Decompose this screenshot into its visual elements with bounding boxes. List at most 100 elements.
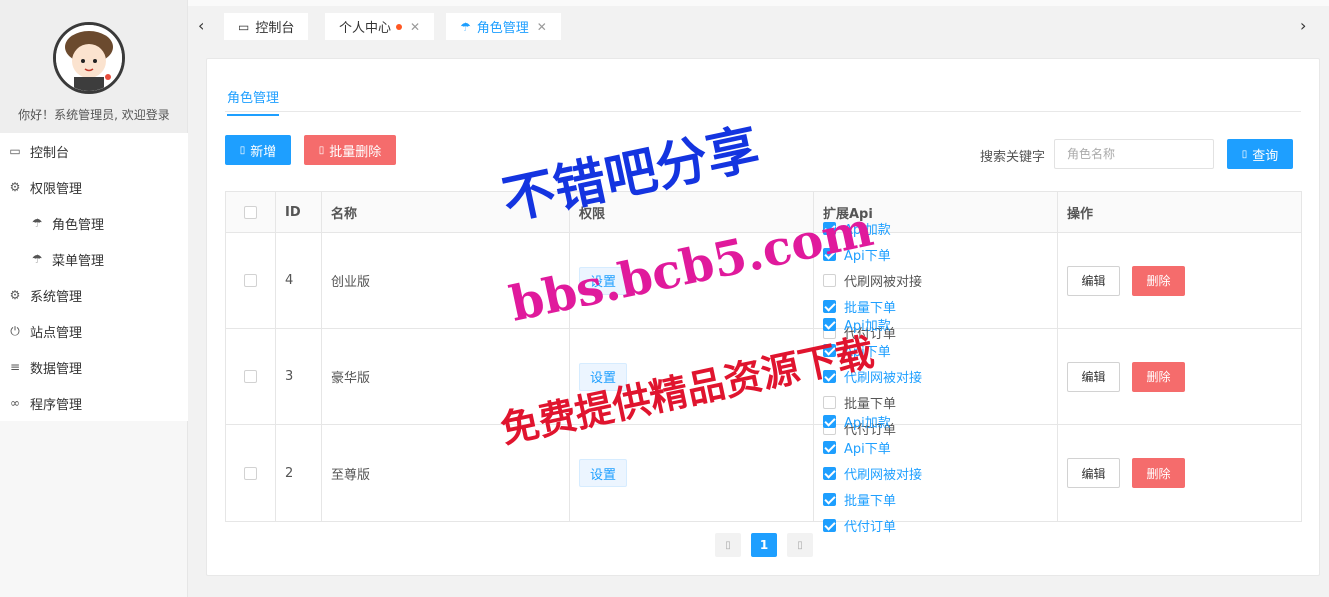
search-button-label: 查询 bbox=[1252, 148, 1279, 164]
row-select[interactable] bbox=[226, 329, 276, 424]
api-option[interactable]: Api加款 bbox=[823, 219, 939, 238]
sidebar: 你好！系统管理员, 欢迎登录 ▭ 控制台 ⚙ 权限管理 ☂ 角色管理 ☂ 菜单管… bbox=[0, 0, 188, 597]
table-row: 3 豪华版 设置 Api加款 Api下单 代刷网被对接 批量下单 代付订单 编辑… bbox=[226, 318, 1301, 438]
avatar[interactable] bbox=[53, 22, 125, 94]
checkbox[interactable] bbox=[823, 396, 836, 409]
checkbox[interactable] bbox=[244, 205, 257, 219]
greeting-text: 你好！系统管理员, 欢迎登录 bbox=[18, 108, 170, 122]
sidebar-menu: ▭ 控制台 ⚙ 权限管理 ☂ 角色管理 ☂ 菜单管理 ⚙ 系统管理 ⏻ 站点管理… bbox=[0, 133, 188, 421]
prev-page-button[interactable]: ▯ bbox=[715, 533, 741, 557]
api-label: 代刷网被对接 bbox=[844, 467, 923, 483]
checkbox[interactable] bbox=[823, 466, 836, 480]
search-icon: ▯ bbox=[1241, 148, 1248, 160]
sidebar-item-data[interactable]: ≡ 数据管理 bbox=[0, 349, 188, 385]
api-option[interactable]: 代付订单 bbox=[823, 516, 939, 535]
search-button[interactable]: ▯ 查询 bbox=[1227, 139, 1293, 169]
sidebar-item-permission[interactable]: ⚙ 权限管理 bbox=[0, 169, 188, 205]
batch-delete-button[interactable]: ▯ 批量删除 bbox=[304, 135, 396, 165]
tab-label: 控制台 bbox=[255, 21, 295, 36]
api-option[interactable]: 批量下单 bbox=[823, 490, 939, 509]
gear-icon: ⚙ bbox=[9, 288, 21, 302]
api-option[interactable]: Api下单 bbox=[823, 245, 939, 264]
header-permission[interactable]: 权限 bbox=[570, 192, 814, 232]
api-option[interactable]: 代刷网被对接 bbox=[823, 464, 939, 483]
checkbox[interactable] bbox=[823, 414, 836, 428]
permission-settings-button[interactable]: 设置 bbox=[579, 266, 628, 295]
row-id: 2 bbox=[276, 425, 322, 521]
checkbox[interactable] bbox=[823, 248, 836, 261]
sidebar-item-label: 站点管理 bbox=[30, 325, 83, 341]
checkbox[interactable] bbox=[823, 274, 836, 287]
next-page-button[interactable]: ▯ bbox=[787, 533, 813, 557]
sidebar-item-label: 控制台 bbox=[30, 145, 70, 161]
sidebar-item-system[interactable]: ⚙ 系统管理 bbox=[0, 277, 188, 313]
umbrella-icon: ☂ bbox=[31, 252, 43, 266]
sidebar-item-label: 数据管理 bbox=[30, 361, 83, 377]
api-label: 批量下单 bbox=[844, 493, 897, 509]
sidebar-item-label: 系统管理 bbox=[30, 289, 83, 305]
sidebar-item-menu[interactable]: ☂ 菜单管理 bbox=[0, 241, 188, 277]
checkbox[interactable] bbox=[244, 466, 257, 480]
api-option[interactable]: Api下单 bbox=[823, 341, 939, 360]
checkbox[interactable] bbox=[823, 370, 836, 383]
unsaved-dot bbox=[396, 23, 403, 30]
api-label: Api加款 bbox=[844, 415, 891, 431]
edit-button[interactable]: 编辑 bbox=[1067, 458, 1120, 488]
checkbox[interactable] bbox=[823, 344, 836, 357]
gear-icon: ⚙ bbox=[9, 180, 21, 194]
checkbox[interactable] bbox=[823, 518, 836, 532]
checkbox[interactable] bbox=[823, 440, 836, 454]
delete-button[interactable]: 删除 bbox=[1132, 458, 1185, 488]
checkbox[interactable] bbox=[823, 492, 836, 506]
table-row: 4 创业版 设置 Api加款 Api下单 代刷网被对接 批量下单 代付订单 编辑… bbox=[226, 222, 1301, 342]
close-icon[interactable]: ✕ bbox=[410, 20, 420, 34]
tab-scroll-left-icon[interactable]: ‹ bbox=[198, 16, 204, 35]
page-number[interactable]: 1 bbox=[751, 533, 777, 557]
api-option[interactable]: 批量下单 bbox=[823, 297, 939, 316]
edit-button[interactable]: 编辑 bbox=[1067, 265, 1120, 296]
row-api: Api加款 Api下单 代刷网被对接 批量下单 代付订单 bbox=[814, 318, 1058, 438]
checkbox[interactable] bbox=[244, 274, 257, 287]
api-option[interactable]: Api加款 bbox=[823, 412, 939, 431]
checkbox[interactable] bbox=[823, 300, 836, 313]
plus-icon: ▯ bbox=[239, 144, 246, 156]
trash-icon: ▯ bbox=[318, 144, 325, 156]
umbrella-icon: ☂ bbox=[31, 216, 43, 230]
sidebar-item-role[interactable]: ☂ 角色管理 bbox=[0, 205, 188, 241]
header-select-all[interactable] bbox=[226, 192, 276, 232]
api-option[interactable]: 代刷网被对接 bbox=[823, 271, 939, 290]
api-option[interactable]: 代刷网被对接 bbox=[823, 367, 939, 386]
checkbox[interactable] bbox=[823, 318, 836, 331]
search-label: 搜索关键字 bbox=[980, 150, 1046, 165]
row-select[interactable] bbox=[226, 233, 276, 328]
sidebar-item-program[interactable]: ∞ 程序管理 bbox=[0, 385, 188, 421]
row-select[interactable] bbox=[226, 425, 276, 521]
tab-profile[interactable]: 个人中心 ✕ bbox=[325, 13, 435, 40]
search-input[interactable] bbox=[1054, 139, 1214, 169]
sidebar-item-dashboard[interactable]: ▭ 控制台 bbox=[0, 133, 188, 169]
permission-settings-button[interactable]: 设置 bbox=[579, 362, 628, 391]
api-option[interactable]: 批量下单 bbox=[823, 393, 939, 412]
delete-button[interactable]: 删除 bbox=[1132, 265, 1185, 296]
sidebar-item-site[interactable]: ⏻ 站点管理 bbox=[0, 313, 188, 349]
header-id[interactable]: ID bbox=[276, 192, 322, 232]
tab-role-management[interactable]: ☂ 角色管理 ✕ bbox=[446, 13, 561, 40]
close-icon[interactable]: ✕ bbox=[537, 20, 547, 34]
row-permission: 设置 bbox=[570, 233, 814, 328]
row-permission: 设置 bbox=[570, 329, 814, 424]
tab-scroll-right-icon[interactable]: › bbox=[1300, 16, 1306, 35]
monitor-icon: ▭ bbox=[9, 144, 21, 158]
api-option[interactable]: Api加款 bbox=[823, 315, 939, 334]
row-api: Api加款 Api下单 代刷网被对接 批量下单 代付订单 bbox=[814, 222, 1058, 342]
add-button[interactable]: ▯ 新增 bbox=[225, 135, 291, 165]
delete-button[interactable]: 删除 bbox=[1132, 361, 1185, 392]
checkbox[interactable] bbox=[244, 370, 257, 383]
checkbox[interactable] bbox=[823, 222, 836, 235]
permission-settings-button[interactable]: 设置 bbox=[579, 459, 628, 487]
umbrella-icon: ☂ bbox=[460, 19, 471, 34]
edit-button[interactable]: 编辑 bbox=[1067, 361, 1120, 392]
row-id: 4 bbox=[276, 233, 322, 328]
tab-dashboard[interactable]: ▭ 控制台 bbox=[224, 13, 309, 40]
header-name[interactable]: 名称 bbox=[322, 192, 570, 232]
api-option[interactable]: Api下单 bbox=[823, 438, 939, 457]
